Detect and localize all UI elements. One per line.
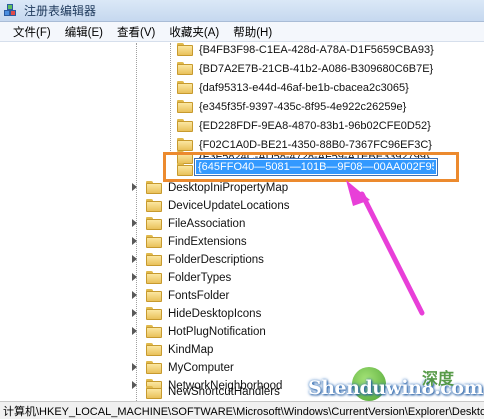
folder-icon <box>146 181 162 194</box>
window-title: 注册表编辑器 <box>24 4 97 18</box>
expand-arrow-icon[interactable] <box>131 327 140 336</box>
folder-icon <box>177 62 193 75</box>
folder-icon <box>177 81 193 94</box>
folder-icon <box>146 385 162 399</box>
tree-item-label: FontsFolder <box>168 289 230 302</box>
expand-arrow-icon[interactable] <box>131 363 140 372</box>
tree-item-label: FolderTypes <box>168 271 232 284</box>
folder-icon <box>177 43 193 56</box>
title-bar: 注册表编辑器 <box>0 0 484 22</box>
folder-icon <box>146 235 162 248</box>
expand-arrow-icon[interactable] <box>131 309 140 318</box>
folder-icon <box>146 325 162 338</box>
status-bar: 计算机\HKEY_LOCAL_MACHINE\SOFTWARE\Microsof… <box>0 401 484 419</box>
rename-key-input[interactable] <box>196 160 436 174</box>
folder-icon <box>146 307 162 320</box>
tree-item-guid[interactable]: {daf95313-e44d-46af-be1b-cbacea2c3065} <box>177 77 409 98</box>
expand-arrow-icon[interactable] <box>131 237 140 246</box>
menu-file[interactable]: 文件(F) <box>0 24 58 40</box>
folder-icon <box>146 199 162 212</box>
menu-bar: 文件(F) 编辑(E) 查看(V) 收藏夹(A) 帮助(H) <box>0 22 484 42</box>
tree-item-label: {ED228FDF-9EA8-4870-83b1-96b02CFE0D52} <box>199 119 431 132</box>
tree-item-label: {e345f35f-9397-435c-8f95-4e922c26259e} <box>199 100 407 113</box>
folder-icon <box>146 271 162 284</box>
menu-favorites[interactable]: 收藏夹(A) <box>162 24 226 40</box>
expand-arrow-icon[interactable] <box>131 291 140 300</box>
registry-editor-icon <box>4 3 18 18</box>
tree-item-label: {BD7A2E7B-21CB-41b2-A086-B309680C6B7E} <box>199 62 434 75</box>
tree-item-label: FolderDescriptions <box>168 253 264 266</box>
tree-item-guid[interactable]: {ED228FDF-9EA8-4870-83b1-96b02CFE0D52} <box>177 115 431 136</box>
tree-item-label: FileAssociation <box>168 217 246 230</box>
tree-item-label: FindExtensions <box>168 235 247 248</box>
folder-icon <box>177 138 193 151</box>
folder-icon <box>146 343 162 356</box>
folder-icon <box>177 119 193 132</box>
tree-item-label: DesktopIniPropertyMap <box>168 181 289 194</box>
folder-icon <box>146 217 162 230</box>
tree-guide-line <box>170 43 171 151</box>
rename-edit-box[interactable] <box>194 158 438 176</box>
expand-arrow-icon[interactable] <box>131 255 140 264</box>
tree-item-label: {B4FB3F98-C1EA-428d-A78A-D1F5659CBA93} <box>199 43 434 56</box>
menu-help[interactable]: 帮助(H) <box>226 24 279 40</box>
folder-icon <box>177 100 193 113</box>
tree-item-newshortcuthandlers[interactable]: NewShortcutHandlers <box>131 383 280 401</box>
menu-edit[interactable]: 编辑(E) <box>58 24 110 40</box>
tree-item-guid[interactable]: {e345f35f-9397-435c-8f95-4e922c26259e} <box>177 96 406 117</box>
tree-item-label: KindMap <box>168 343 214 356</box>
tree-item-label: {F02C1A0D-BE21-4350-88B0-7367FC96EF3C} <box>199 138 432 151</box>
tree-item-label: DeviceUpdateLocations <box>168 199 290 212</box>
expand-arrow-icon[interactable] <box>131 183 140 192</box>
expand-arrow-icon[interactable] <box>131 273 140 282</box>
tree-item-label: {daf95313-e44d-46af-be1b-cbacea2c3065} <box>199 81 409 94</box>
expand-arrow-icon[interactable] <box>131 219 140 228</box>
tree-item-label: HideDesktopIcons <box>168 307 262 320</box>
folder-icon <box>146 289 162 302</box>
tree-item-label: NewShortcutHandlers <box>168 386 280 398</box>
menu-view[interactable]: 查看(V) <box>110 24 162 40</box>
folder-icon <box>146 361 162 374</box>
status-path: 计算机\HKEY_LOCAL_MACHINE\SOFTWARE\Microsof… <box>3 405 484 418</box>
tree-item-guid[interactable]: {BD7A2E7B-21CB-41b2-A086-B309680C6B7E} <box>177 58 433 79</box>
tree-item-label: HotPlugNotification <box>168 325 266 338</box>
tree-item-label: MyComputer <box>168 361 234 374</box>
registry-tree[interactable]: {B4FB3F98-C1EA-428d-A78A-D1F5659CBA93} {… <box>0 43 484 401</box>
folder-icon <box>146 253 162 266</box>
